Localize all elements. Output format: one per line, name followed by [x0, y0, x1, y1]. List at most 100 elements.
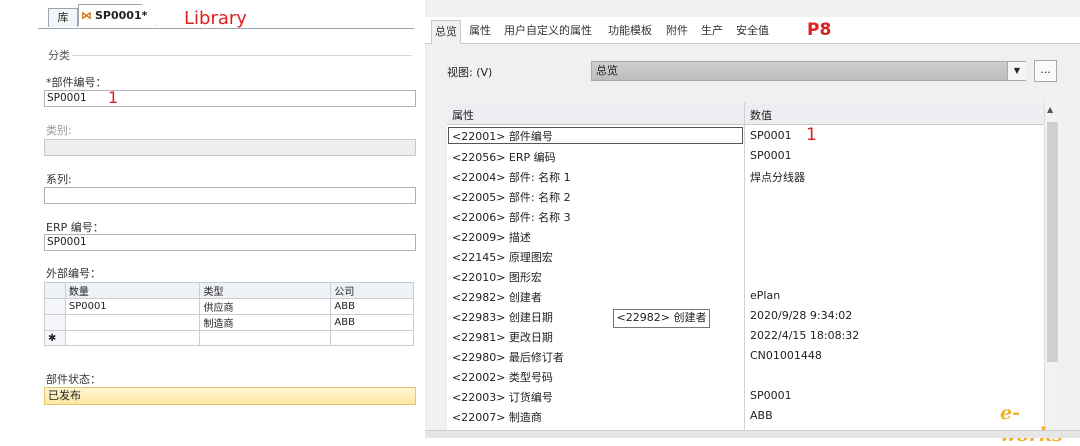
property-value[interactable]: SP0001 — [750, 389, 792, 402]
property-value[interactable]: 焊点分线器 — [750, 169, 805, 185]
panel-top-bar — [425, 0, 1080, 16]
property-row[interactable]: <22007> 制造商 ABB — [447, 406, 1044, 426]
vertical-scrollbar[interactable]: ▲ — [1044, 102, 1061, 430]
property-name: <22006> 部件: 名称 3 — [452, 211, 571, 224]
property-value[interactable]: SP0001 — [750, 149, 792, 162]
property-row[interactable]: <22980> 最后修订者 CN01001448 — [447, 346, 1044, 366]
library-annotation: Library — [184, 8, 247, 29]
p8-annotation: P8 — [807, 20, 832, 40]
table-cell[interactable]: 制造商 — [199, 314, 332, 331]
view-select[interactable]: 总览 — [591, 61, 1026, 81]
table-cell[interactable] — [64, 330, 201, 346]
table-cell[interactable] — [330, 330, 414, 346]
tab-part-document-label: SP0001* — [95, 9, 148, 22]
property-row[interactable]: <22002> 类型号码 — [447, 366, 1044, 386]
category-divider — [72, 55, 412, 56]
tooltip: <22982> 创建者 — [613, 309, 710, 328]
property-row[interactable]: <22981> 更改日期 2022/4/15 18:08:32 — [447, 326, 1044, 346]
table-row[interactable]: 制造商 ABB — [44, 314, 414, 331]
row-header[interactable] — [44, 314, 66, 331]
tab-function-templates[interactable]: 功能模板 — [608, 22, 652, 38]
library-panel: 库 ⋈ SP0001* Library 分类 *部件编号： SP0001 1 类别… — [38, 0, 416, 437]
property-value[interactable]: 2020/9/28 9:34:02 — [750, 309, 852, 322]
e-works-logo: e-works — [1000, 402, 1063, 446]
new-row[interactable]: ✱ — [44, 330, 414, 346]
erp-value: SP0001 — [47, 236, 87, 248]
property-row[interactable]: <22982> 创建者 ePlan — [447, 286, 1044, 306]
column-header-property[interactable]: 属性 — [452, 107, 474, 123]
external-number-label: 外部编号： — [46, 267, 101, 280]
view-select-value: 总览 — [596, 64, 618, 77]
property-name: <22009> 描述 — [452, 231, 531, 244]
part-number-annotation: 1 — [108, 88, 119, 107]
property-row[interactable]: <22006> 部件: 名称 3 — [447, 206, 1044, 226]
property-name: <22004> 部件: 名称 1 — [452, 171, 571, 184]
property-value[interactable]: ABB — [750, 409, 773, 422]
series-label: 系列: — [46, 173, 72, 186]
properties-panel: 总览 属性 用户自定义的属性 功能模板 附件 生产 安全值 P8 视图: (V)… — [425, 0, 1080, 446]
property-row[interactable]: <22056> ERP 编码 SP0001 — [447, 146, 1044, 166]
tab-attachments[interactable]: 附件 — [666, 22, 688, 38]
property-row[interactable]: <22003> 订货编号 SP0001 — [447, 386, 1044, 406]
tab-user-defined-properties[interactable]: 用户自定义的属性 — [504, 22, 592, 38]
property-tabs: 总览 属性 用户自定义的属性 功能模板 附件 生产 安全值 P8 — [425, 17, 1080, 44]
property-value[interactable]: SP0001 — [750, 129, 792, 142]
property-name: <22980> 最后修订者 — [452, 351, 564, 364]
scroll-up-icon[interactable]: ▲ — [1047, 105, 1053, 114]
table-cell[interactable] — [64, 314, 201, 331]
property-name: <22056> ERP 编码 — [452, 151, 556, 164]
scrollbar-thumb[interactable] — [1047, 122, 1058, 362]
series-field[interactable] — [44, 187, 416, 204]
new-row-marker[interactable]: ✱ — [44, 330, 66, 346]
tab-safety-values[interactable]: 安全值 — [736, 22, 769, 38]
erp-field[interactable]: SP0001 — [44, 234, 416, 251]
property-value[interactable]: ePlan — [750, 289, 780, 302]
property-row[interactable]: <22005> 部件: 名称 2 — [447, 186, 1044, 206]
property-row[interactable]: <22009> 描述 — [447, 226, 1044, 246]
grid-header: 属性 数值 — [447, 102, 1044, 125]
tab-library[interactable]: 库 — [48, 8, 78, 27]
table-row[interactable]: SP0001 供应商 ABB — [44, 298, 414, 315]
part-status-field[interactable]: 已发布 — [44, 387, 416, 405]
property-name: <22005> 部件: 名称 2 — [452, 191, 571, 204]
property-name: <22003> 订货编号 — [452, 391, 553, 404]
column-header-type[interactable]: 类型 — [199, 282, 332, 299]
property-row[interactable]: <22010> 图形宏 — [447, 266, 1044, 286]
part-number-value: SP0001 — [47, 92, 87, 104]
row-header[interactable] — [44, 298, 66, 315]
column-header-company[interactable]: 公司 — [330, 282, 414, 299]
tab-production[interactable]: 生产 — [701, 22, 723, 38]
property-value[interactable]: CN01001448 — [750, 349, 822, 362]
chevron-down-icon[interactable]: ▼ — [1007, 62, 1026, 80]
value-annotation: 1 — [806, 125, 817, 145]
type-label: 类别: — [46, 124, 72, 137]
property-name: <22007> 制造商 — [452, 411, 542, 424]
property-value[interactable]: 2022/4/15 18:08:32 — [750, 329, 859, 342]
part-icon: ⋈ — [81, 9, 92, 22]
property-row[interactable]: <22001> 部件编号 SP0001 — [447, 126, 1044, 146]
column-header-value[interactable]: 数值 — [750, 107, 772, 123]
property-row[interactable]: <22145> 原理图宏 — [447, 246, 1044, 266]
table-cell[interactable]: ABB — [330, 298, 414, 315]
table-cell[interactable]: ABB — [330, 314, 414, 331]
part-number-field[interactable]: SP0001 — [44, 90, 416, 107]
erp-label: ERP 编号： — [46, 221, 104, 234]
view-more-button[interactable]: ... — [1034, 60, 1057, 82]
view-label: 视图: (V) — [447, 66, 493, 79]
property-row[interactable]: <22004> 部件: 名称 1 焊点分线器 — [447, 166, 1044, 186]
property-name: <22982> 创建者 — [452, 291, 542, 304]
table-cell[interactable] — [199, 330, 332, 346]
property-name: <22983> 创建日期 — [452, 311, 553, 324]
part-status-label: 部件状态： — [46, 373, 101, 386]
table-cell[interactable]: 供应商 — [199, 298, 332, 315]
category-heading: 分类 — [48, 49, 70, 62]
tab-overview[interactable]: 总览 — [431, 20, 461, 44]
property-row[interactable]: <22983> 创建日期 2020/9/28 9:34:02 — [447, 306, 1044, 326]
tab-properties[interactable]: 属性 — [469, 22, 491, 38]
column-header-quantity[interactable]: 数量 — [64, 282, 201, 299]
part-number-label: *部件编号： — [46, 76, 107, 89]
external-number-table: 数量 类型 公司 SP0001 供应商 ABB 制造商 ABB ✱ — [44, 282, 414, 346]
property-name: <22145> 原理图宏 — [452, 251, 553, 264]
property-name: <22002> 类型号码 — [452, 371, 553, 384]
table-cell[interactable]: SP0001 — [64, 298, 201, 315]
